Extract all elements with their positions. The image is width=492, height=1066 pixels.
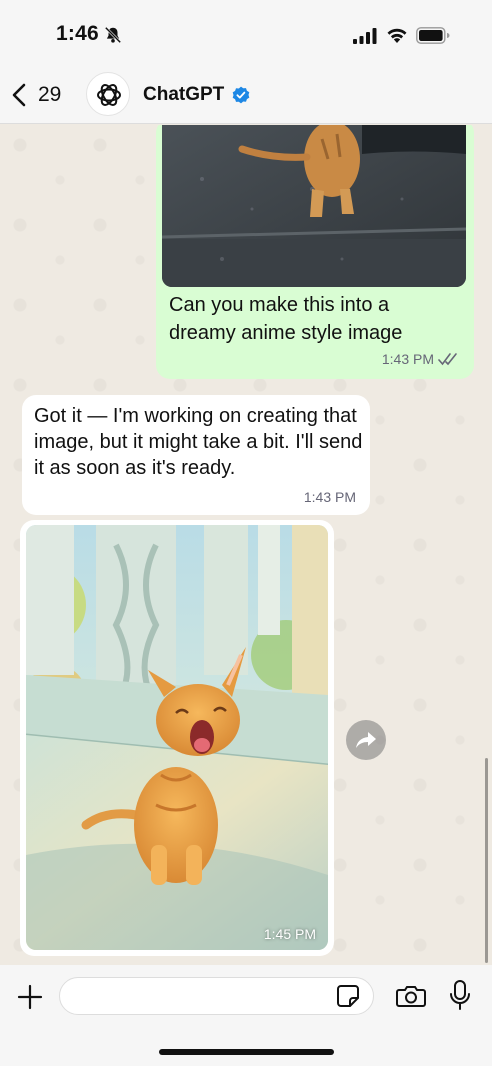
bell-off-icon [104,26,122,44]
plus-icon[interactable] [16,983,44,1011]
sticker-icon[interactable] [336,984,360,1008]
incoming-time: 1:43 PM [303,489,356,505]
input-bar [0,965,492,1066]
outgoing-text: Can you make this into a dreamy anime st… [169,294,403,344]
incoming-text: Got it — I'm working on creating that im… [34,405,363,479]
forward-icon [356,732,376,748]
chat-header: 29 ChatGPT [0,66,492,124]
unread-count[interactable]: 29 [38,83,61,107]
status-bar: 1:46 [0,0,492,66]
home-indicator [159,1049,334,1055]
openai-logo [97,84,121,106]
incoming-image-message[interactable]: 1:45 PM [20,520,334,956]
microphone-icon[interactable] [449,980,471,1010]
outgoing-message[interactable]: Can you make this into a dreamy anime st… [156,125,474,379]
anime-cat-image[interactable]: 1:45 PM [26,525,328,950]
image-time: 1:45 PM [263,926,316,942]
contact-name[interactable]: ChatGPT [143,84,224,106]
camera-icon[interactable] [396,984,426,1008]
double-check-icon [438,353,457,366]
wifi-icon [387,28,407,43]
sent-cat-photo[interactable] [162,125,466,287]
scrollbar[interactable] [485,758,488,963]
signal-icon [353,28,377,44]
outgoing-meta: 1:43 PM [382,351,460,367]
status-time: 1:46 [56,22,99,45]
outgoing-time: 1:43 PM [381,351,434,367]
forward-button[interactable] [346,720,386,760]
message-input[interactable] [59,977,374,1015]
back-chevron-icon[interactable] [10,82,28,108]
battery-icon [416,27,450,44]
verified-icon [232,86,250,104]
chat-area[interactable]: Can you make this into a dreamy anime st… [0,125,492,965]
incoming-message[interactable]: Got it — I'm working on creating that im… [22,395,370,515]
avatar[interactable] [86,72,130,116]
